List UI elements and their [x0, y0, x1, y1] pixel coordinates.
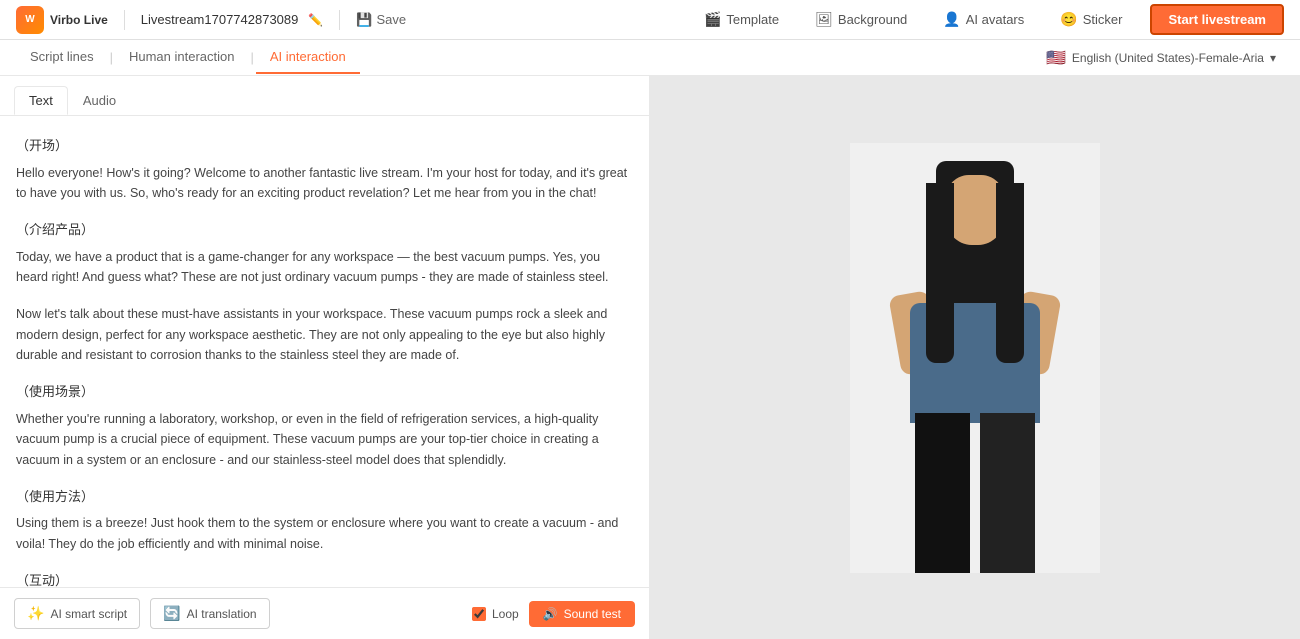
sticker-icon: 😊	[1060, 11, 1077, 28]
script-section-heading: （开场）	[16, 136, 633, 157]
loop-label: Loop	[492, 607, 519, 621]
tab-divider-2: |	[248, 50, 255, 65]
nav-background-label: Background	[838, 12, 907, 27]
ai-avatars-icon: 👤	[943, 11, 960, 28]
avatar-hair-left	[926, 183, 954, 363]
avatar-pants-left	[915, 413, 970, 573]
language-selector[interactable]: 🇺🇸 English (United States)-Female-Aria ▾	[1038, 44, 1284, 72]
tab-audio[interactable]: Audio	[68, 86, 131, 115]
header-left: W Virbo Live Livestream1707742873089 ✏️ …	[16, 6, 406, 34]
script-section-content: Now let's talk about these must-have ass…	[16, 304, 633, 366]
script-section-content: Whether you're running a laboratory, wor…	[16, 409, 633, 471]
tab-human-interaction[interactable]: Human interaction	[115, 41, 249, 74]
language-label: English (United States)-Female-Aria	[1072, 51, 1264, 65]
nav-ai-avatars[interactable]: 👤 AI avatars	[935, 7, 1032, 32]
language-dropdown-icon: ▾	[1270, 51, 1276, 65]
header: W Virbo Live Livestream1707742873089 ✏️ …	[0, 0, 1300, 40]
sound-icon: 🔊	[543, 607, 558, 621]
loop-checkbox[interactable]	[472, 607, 486, 621]
script-section-heading: （使用场景）	[16, 382, 633, 403]
stream-name: Livestream1707742873089	[141, 12, 299, 27]
text-audio-tabs: Text Audio	[0, 76, 649, 116]
nav-template[interactable]: 🎬 Template	[696, 7, 787, 32]
logo-icon: W	[16, 6, 44, 34]
sound-test-label: Sound test	[564, 607, 621, 621]
tab-script-lines[interactable]: Script lines	[16, 41, 108, 74]
nav-background[interactable]: 🖼 Background	[807, 7, 915, 32]
ai-smart-script-label: AI smart script	[50, 607, 127, 621]
nav-sticker[interactable]: 😊 Sticker	[1052, 7, 1130, 32]
left-panel: Text Audio （开场） Hello everyone! How's it …	[0, 76, 650, 639]
nav-sticker-label: Sticker	[1083, 12, 1123, 27]
script-section-heading: （互动）	[16, 571, 633, 587]
start-livestream-button[interactable]: Start livestream	[1150, 4, 1284, 35]
app-name: Virbo Live	[50, 13, 108, 27]
tab-ai-interaction[interactable]: AI interaction	[256, 41, 360, 74]
ai-script-icon: ✨	[27, 605, 44, 622]
template-icon: 🎬	[704, 11, 721, 28]
header-divider	[124, 10, 125, 30]
script-section-heading: （介绍产品）	[16, 220, 633, 241]
script-section-heading: （使用方法）	[16, 487, 633, 508]
loop-toggle[interactable]: Loop	[472, 607, 519, 621]
save-icon: 💾	[356, 12, 372, 28]
tab-divider-1: |	[108, 50, 115, 65]
sub-header: Script lines | Human interaction | AI in…	[0, 40, 1300, 76]
language-flag: 🇺🇸	[1046, 48, 1066, 68]
save-button[interactable]: 💾 Save	[356, 12, 406, 28]
save-label: Save	[377, 12, 407, 27]
background-icon: 🖼	[815, 11, 833, 28]
header-nav: 🎬 Template 🖼 Background 👤 AI avatars 😊 S…	[696, 4, 1284, 35]
ai-translation-button[interactable]: 🔄 AI translation	[150, 598, 269, 629]
ai-translation-icon: 🔄	[163, 605, 180, 622]
bottom-bar: ✨ AI smart script 🔄 AI translation Loop …	[0, 587, 649, 639]
tab-text[interactable]: Text	[14, 86, 68, 115]
nav-ai-avatars-label: AI avatars	[966, 12, 1025, 27]
avatar-figure	[865, 153, 1085, 573]
avatar-hair-right	[996, 183, 1024, 363]
right-panel	[650, 76, 1300, 639]
script-section-content: Today, we have a product that is a game-…	[16, 247, 633, 288]
header-divider-2	[339, 10, 340, 30]
sub-tabs: Script lines | Human interaction | AI in…	[16, 41, 360, 74]
ai-smart-script-button[interactable]: ✨ AI smart script	[14, 598, 140, 629]
script-section-content: Using them is a breeze! Just hook them t…	[16, 513, 633, 554]
nav-template-label: Template	[726, 12, 779, 27]
ai-translation-label: AI translation	[187, 607, 257, 621]
avatar-container	[850, 143, 1100, 573]
avatar-pants-right	[980, 413, 1035, 573]
script-content[interactable]: （开场） Hello everyone! How's it going? Welc…	[0, 116, 649, 587]
sound-test-button[interactable]: 🔊 Sound test	[529, 601, 635, 627]
logo-area: W Virbo Live	[16, 6, 108, 34]
script-section-content: Hello everyone! How's it going? Welcome …	[16, 163, 633, 204]
main-content: Text Audio （开场） Hello everyone! How's it …	[0, 76, 1300, 639]
edit-icon[interactable]: ✏️	[308, 13, 323, 27]
